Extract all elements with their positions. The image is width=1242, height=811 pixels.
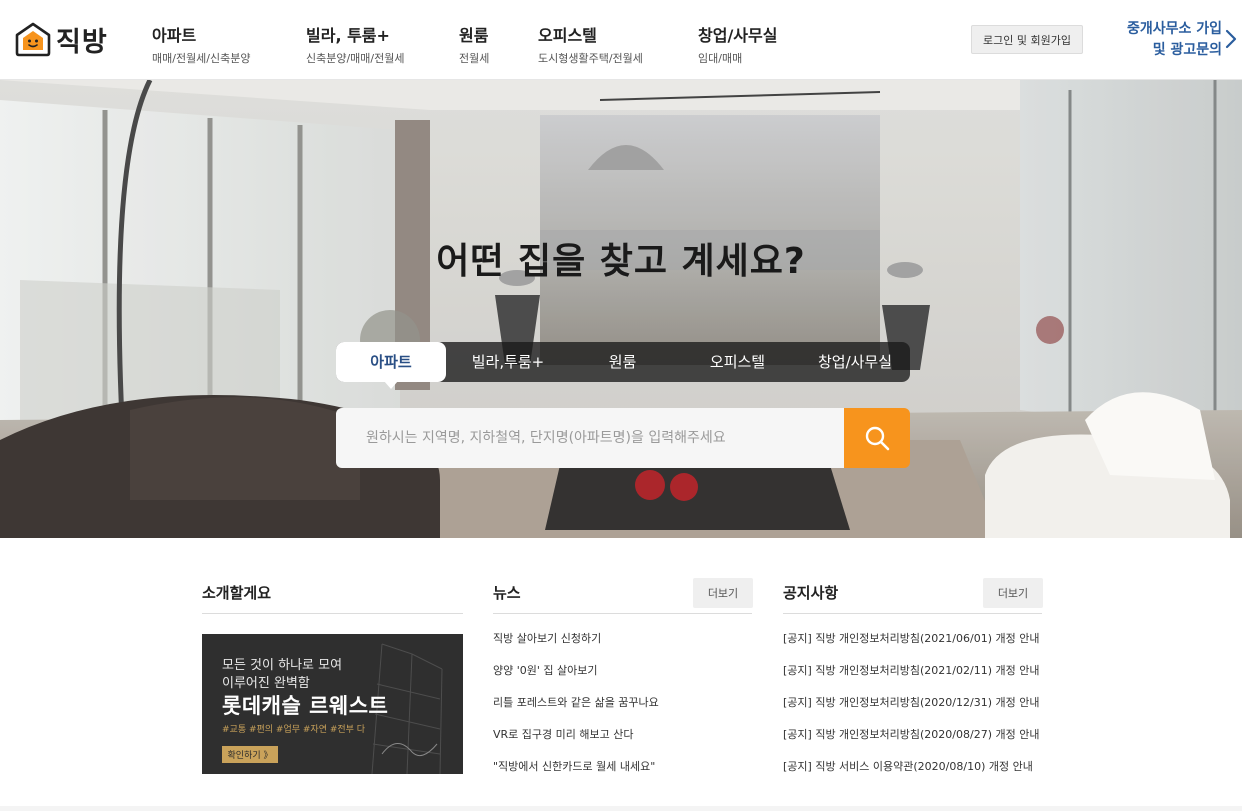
nav-subtitle: 임대/매매	[698, 52, 743, 65]
notice-more-button[interactable]: 더보기	[983, 578, 1043, 608]
nav-title: 원룸	[459, 26, 489, 45]
news-section-title: 뉴스	[493, 584, 521, 602]
promo-banner[interactable]: 모든 것이 하나로 모여 이루어진 완벽함 롯데캐슬 르웨스트 #교통 #편의 …	[202, 634, 463, 774]
news-more-button[interactable]: 더보기	[693, 578, 753, 608]
login-signup-button[interactable]: 로그인 및 회원가입	[971, 25, 1083, 54]
nav-title: 창업/사무실	[698, 26, 778, 45]
nav-villa[interactable]: 빌라, 투룸+ 신축분양/매매/전월세	[306, 22, 405, 66]
notice-item[interactable]: [공지] 직방 개인정보처리방침(2020/12/31) 개정 안내	[783, 694, 1042, 710]
tab-officetel[interactable]: 오피스텔	[675, 342, 800, 382]
search-icon	[865, 426, 890, 451]
broker-line-2: 및 광고문의	[1152, 42, 1222, 58]
property-type-tabs: 아파트 빌라,투룸+ 원룸 오피스텔 창업/사무실	[336, 342, 910, 389]
banner-cta-button[interactable]: 확인하기 》	[222, 746, 278, 763]
tab-office[interactable]: 창업/사무실	[800, 342, 910, 382]
nav-subtitle: 매매/전월세/신축분양	[152, 52, 251, 65]
notice-item[interactable]: [공지] 직방 개인정보처리방침(2020/08/27) 개정 안내	[783, 726, 1042, 742]
broker-line-1: 중개사무소 가입	[1126, 21, 1222, 37]
logo-text: 직방	[56, 26, 108, 58]
tab-oneroom[interactable]: 원룸	[570, 342, 675, 382]
news-item[interactable]: VR로 집구경 미리 해보고 산다	[493, 726, 752, 742]
notice-section-title: 공지사항	[783, 584, 839, 602]
news-item[interactable]: 리틀 포레스트와 같은 삶을 꿈꾸나요	[493, 694, 752, 710]
notice-item[interactable]: [공지] 직방 개인정보처리방침(2021/06/01) 개정 안내	[783, 630, 1042, 646]
nav-title: 빌라, 투룸+	[306, 26, 390, 45]
nav-oneroom[interactable]: 원룸 전월세	[459, 22, 489, 66]
notice-item[interactable]: [공지] 직방 개인정보처리방침(2021/02/11) 개정 안내	[783, 662, 1042, 678]
nav-office[interactable]: 창업/사무실 임대/매매	[698, 22, 777, 66]
nav-title: 아파트	[152, 26, 197, 45]
nav-subtitle: 신축분양/매매/전월세	[306, 52, 405, 65]
notice-item[interactable]: [공지] 직방 서비스 이용약관(2020/08/10) 개정 안내	[783, 758, 1042, 774]
hero-title: 어떤 집을 찾고 계세요?	[436, 241, 806, 282]
news-item[interactable]: 직방 살아보기 신청하기	[493, 630, 752, 646]
tab-villa[interactable]: 빌라,투룸+	[446, 342, 570, 382]
news-divider	[493, 613, 752, 614]
banner-tags: #교통 #편의 #업무 #자연 #전부 다	[222, 725, 366, 735]
house-face-icon	[15, 22, 51, 57]
notice-divider	[783, 613, 1042, 614]
news-item[interactable]: 양양 '0원' 집 살아보기	[493, 662, 752, 678]
banner-headline: 롯데캐슬 르웨스트	[222, 694, 389, 718]
nav-officetel[interactable]: 오피스텔 도시형생활주택/전월세	[538, 22, 643, 66]
search-input[interactable]	[336, 408, 844, 468]
banner-line-1: 모든 것이 하나로 모여	[222, 658, 343, 673]
news-item[interactable]: "직방에서 신한카드로 월세 내세요"	[493, 758, 752, 774]
search-button[interactable]	[844, 408, 910, 468]
zigbang-logo[interactable]: 직방	[14, 20, 108, 58]
tab-apartment[interactable]: 아파트	[336, 342, 446, 389]
intro-section-title: 소개할게요	[202, 584, 272, 602]
nav-title: 오피스텔	[538, 26, 597, 45]
footer-divider	[0, 806, 1242, 811]
broker-signup-link[interactable]: 중개사무소 가입 및 광고문의	[1100, 19, 1222, 61]
nav-apartment[interactable]: 아파트 매매/전월세/신축분양	[152, 22, 251, 66]
banner-line-2: 이루어진 완벽함	[222, 676, 310, 691]
chevron-right-icon[interactable]	[1224, 28, 1238, 50]
nav-subtitle: 도시형생활주택/전월세	[538, 52, 643, 65]
living-room-background-image	[0, 80, 1242, 538]
intro-divider	[202, 613, 463, 614]
hero-banner: 어떤 집을 찾고 계세요? 아파트 빌라,투룸+ 원룸 오피스텔 창업/사무실	[0, 80, 1242, 538]
top-header: 직방 아파트 매매/전월세/신축분양 빌라, 투룸+ 신축분양/매매/전월세 원…	[0, 0, 1242, 80]
nav-subtitle: 전월세	[459, 52, 490, 65]
